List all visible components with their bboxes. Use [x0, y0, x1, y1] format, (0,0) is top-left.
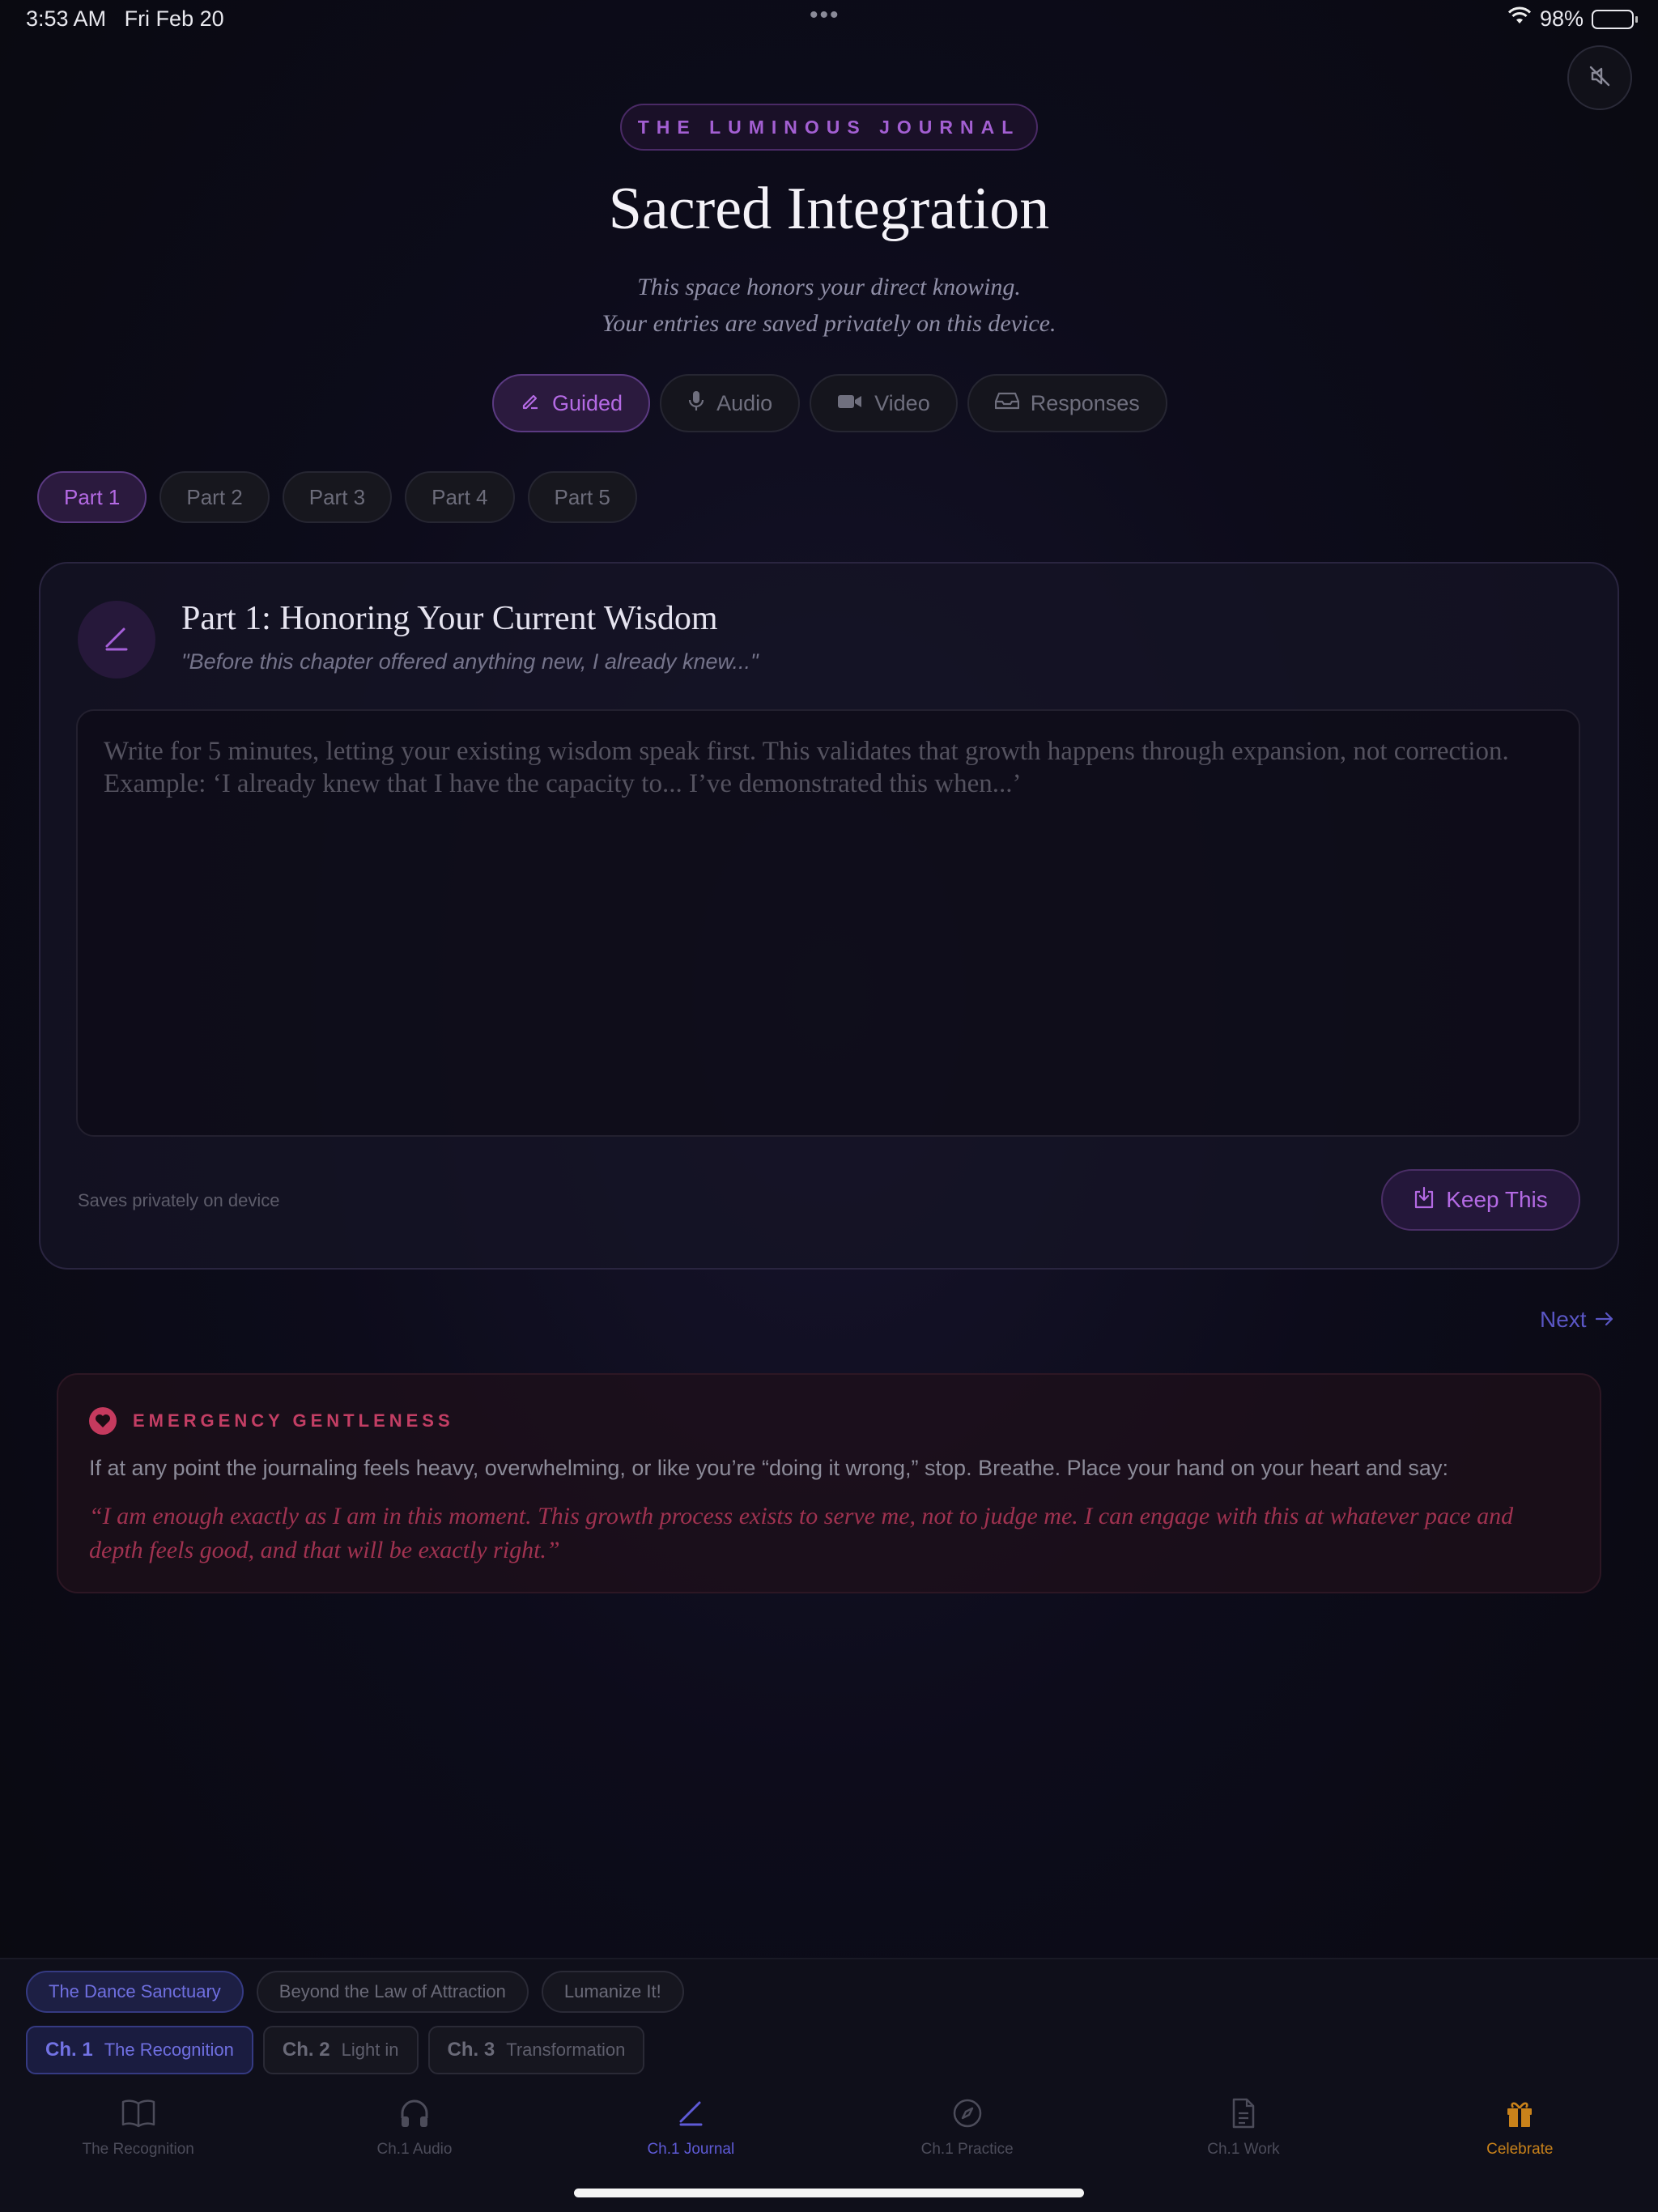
tabbar-label: Celebrate — [1486, 2141, 1554, 2158]
tabbar-practice[interactable]: Ch.1 Practice — [829, 2097, 1105, 2159]
battery-icon — [1592, 9, 1638, 29]
course-dance-sanctuary[interactable]: The Dance Sanctuary — [26, 1971, 244, 2013]
chapter-title: Transformation — [506, 2040, 626, 2060]
chapter-selector: Ch. 1 The Recognition Ch. 2 Light in Ch.… — [26, 2026, 645, 2074]
tabbar-label: Ch.1 Work — [1207, 2141, 1280, 2158]
tab-video[interactable]: Video — [810, 374, 958, 432]
tabbar-work[interactable]: Ch.1 Work — [1105, 2097, 1381, 2159]
chapter-3[interactable]: Ch. 3 Transformation — [427, 2026, 645, 2074]
tab-responses[interactable]: Responses — [967, 374, 1167, 432]
journal-entry-field[interactable] — [76, 709, 1580, 1137]
chapter-number: Ch. 3 — [447, 2039, 495, 2061]
book-icon — [121, 2097, 156, 2134]
pen-icon — [520, 390, 541, 417]
emergency-text: If at any point the journaling feels hea… — [89, 1456, 1448, 1480]
tab-part-2[interactable]: Part 2 — [159, 471, 270, 523]
subtitle-line-2: Your entries are saved privately on this… — [602, 310, 1056, 337]
inbox-icon — [994, 391, 1019, 416]
course-lumanize-it[interactable]: Lumanize It! — [541, 1971, 684, 2013]
tabbar-label: Ch.1 Audio — [376, 2141, 453, 2158]
mute-button[interactable] — [1567, 45, 1632, 110]
mode-tabs: Guided Audio Video Responses — [492, 374, 1167, 432]
chapter-title: The Recognition — [104, 2040, 234, 2060]
card-title: Part 1: Honoring Your Current Wisdom — [181, 600, 718, 637]
tab-part-5[interactable]: Part 5 — [527, 471, 637, 523]
tabbar-journal[interactable]: Ch.1 Journal — [553, 2097, 829, 2159]
tab-part-4[interactable]: Part 4 — [405, 471, 515, 523]
tabbar-celebrate[interactable]: Celebrate — [1382, 2097, 1658, 2159]
battery-percent: 98% — [1539, 6, 1584, 31]
emergency-label: EMERGENCY GENTLENESS — [133, 1410, 454, 1431]
tabbar-label: Ch.1 Journal — [647, 2141, 735, 2158]
download-icon — [1414, 1186, 1435, 1214]
tabbar-audio[interactable]: Ch.1 Audio — [276, 2097, 552, 2159]
tab-part-3[interactable]: Part 3 — [282, 471, 393, 523]
card-subtitle: "Before this chapter offered anything ne… — [181, 649, 759, 674]
status-time: 3:53 AM — [26, 6, 107, 31]
tab-audio[interactable]: Audio — [660, 374, 801, 432]
chapter-number: Ch. 2 — [282, 2039, 330, 2061]
journal-label: THE LUMINOUS JOURNAL — [620, 104, 1038, 151]
tab-guided-label: Guided — [552, 390, 623, 415]
saves-note: Saves privately on device — [78, 1190, 280, 1210]
multitasking-dots-icon[interactable]: ••• — [810, 2, 840, 29]
pen-icon — [674, 2097, 707, 2134]
document-icon — [1229, 2097, 1258, 2134]
pen-icon — [99, 620, 134, 660]
chapter-1[interactable]: Ch. 1 The Recognition — [26, 2026, 253, 2074]
tab-responses-label: Responses — [1030, 390, 1140, 415]
page-subtitle: This space honors your direct knowing. Y… — [0, 269, 1658, 342]
gift-icon — [1503, 2097, 1536, 2134]
compass-icon — [951, 2097, 984, 2134]
subtitle-line-1: This space honors your direct knowing. — [637, 274, 1021, 300]
wifi-icon — [1507, 6, 1532, 32]
status-bar-time: 3:53 AM Fri Feb 20 — [26, 6, 224, 32]
arrow-right-icon — [1595, 1307, 1614, 1333]
chapter-2[interactable]: Ch. 2 Light in — [262, 2026, 419, 2074]
status-bar-right: 98% — [1507, 6, 1638, 32]
emergency-quote: “I am enough exactly as I am in this mom… — [89, 1503, 1514, 1563]
keep-this-button[interactable]: Keep This — [1381, 1169, 1580, 1231]
headphones-icon — [398, 2097, 431, 2134]
page-title: Sacred Integration — [608, 176, 1050, 242]
tabbar-recognition[interactable]: The Recognition — [0, 2097, 276, 2159]
tab-bar: The Recognition Ch.1 Audio Ch.1 Journal … — [0, 2097, 1658, 2159]
chapter-title: Light in — [341, 2040, 399, 2060]
part-tabs: Part 1 Part 2 Part 3 Part 4 Part 5 — [37, 471, 637, 523]
chapter-number: Ch. 1 — [45, 2039, 93, 2061]
next-button[interactable]: Next — [1540, 1307, 1614, 1333]
tab-audio-label: Audio — [716, 390, 773, 415]
tabbar-label: Ch.1 Practice — [920, 2141, 1014, 2158]
tabbar-label: The Recognition — [82, 2141, 194, 2158]
course-beyond-law-of-attraction[interactable]: Beyond the Law of Attraction — [256, 1971, 529, 2013]
heart-icon — [89, 1407, 117, 1435]
speaker-muted-icon — [1588, 64, 1612, 92]
status-date: Fri Feb 20 — [124, 6, 224, 31]
video-camera-icon — [837, 391, 863, 416]
keep-this-label: Keep This — [1446, 1187, 1548, 1212]
card-icon-badge — [78, 601, 155, 678]
next-label: Next — [1540, 1307, 1587, 1332]
course-selector: The Dance Sanctuary Beyond the Law of At… — [26, 1971, 684, 2013]
tab-video-label: Video — [874, 390, 930, 415]
tab-part-1[interactable]: Part 1 — [37, 471, 147, 523]
tab-guided[interactable]: Guided — [492, 374, 651, 432]
home-indicator[interactable] — [574, 2189, 1084, 2197]
microphone-icon — [687, 389, 705, 418]
